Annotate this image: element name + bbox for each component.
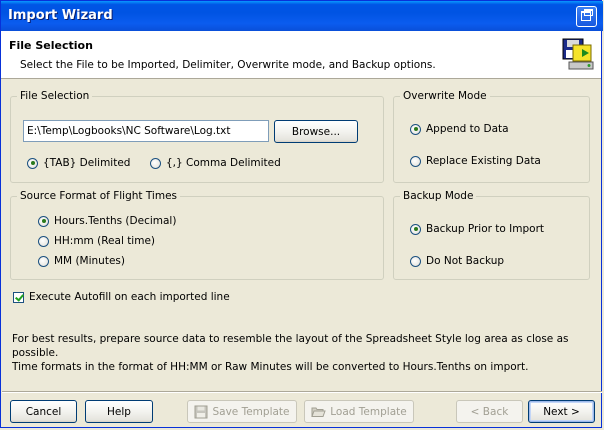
delimiter-tab-label: {TAB} Delimited bbox=[43, 157, 131, 169]
autofill-label: Execute Autofill on each imported line bbox=[29, 291, 230, 303]
radio-dot bbox=[38, 255, 49, 267]
delimiter-comma-label: {,} Comma Delimited bbox=[166, 157, 281, 169]
replace-data-label: Replace Existing Data bbox=[426, 155, 541, 167]
format-decimal-label: Hours.Tenths (Decimal) bbox=[54, 215, 177, 227]
import-wizard-window: Import Wizard File Selection Select the … bbox=[0, 0, 603, 428]
load-template-button[interactable]: Load Template bbox=[304, 400, 414, 423]
browse-button[interactable]: Browse... bbox=[274, 120, 358, 143]
format-realtime-label: HH:mm (Real time) bbox=[54, 235, 156, 247]
autofill-checkbox[interactable]: Execute Autofill on each imported line bbox=[13, 291, 230, 303]
back-button[interactable]: < Back bbox=[456, 400, 523, 423]
radio-dot bbox=[150, 157, 161, 169]
no-backup-label: Do Not Backup bbox=[426, 255, 505, 267]
delimiter-comma-radio[interactable]: {,} Comma Delimited bbox=[150, 157, 281, 169]
back-label: < Back bbox=[470, 405, 509, 418]
wizard-header: File Selection Select the File to be Imp… bbox=[1, 31, 601, 79]
append-data-label: Append to Data bbox=[426, 123, 509, 135]
radio-dot bbox=[38, 235, 49, 247]
radio-dot bbox=[410, 123, 421, 135]
source-format-legend: Source Format of Flight Times bbox=[20, 190, 178, 202]
overwrite-mode-group: Overwrite Mode bbox=[393, 90, 590, 183]
load-template-label: Load Template bbox=[330, 405, 407, 418]
footer-divider bbox=[2, 391, 602, 393]
backup-prior-radio[interactable]: Backup Prior to Import bbox=[410, 223, 544, 235]
radio-dot bbox=[410, 155, 421, 167]
file-path-input[interactable] bbox=[23, 120, 269, 142]
radio-dot bbox=[410, 223, 421, 235]
window-title: Import Wizard bbox=[8, 8, 113, 23]
cancel-label: Cancel bbox=[25, 405, 62, 418]
save-template-label: Save Template bbox=[212, 405, 290, 418]
format-decimal-radio[interactable]: Hours.Tenths (Decimal) bbox=[38, 215, 176, 227]
page-title: File Selection bbox=[9, 39, 93, 52]
title-bar[interactable]: Import Wizard bbox=[1, 1, 603, 31]
radio-dot bbox=[27, 157, 38, 169]
format-realtime-radio[interactable]: HH:mm (Real time) bbox=[38, 235, 155, 247]
browse-label: Browse... bbox=[291, 125, 341, 138]
radio-dot bbox=[410, 255, 421, 267]
file-selection-legend: File Selection bbox=[20, 90, 90, 102]
info-line-1: For best results, prepare source data to… bbox=[12, 333, 569, 359]
append-data-radio[interactable]: Append to Data bbox=[410, 123, 509, 135]
folder-open-icon bbox=[311, 407, 326, 417]
checkbox-box bbox=[13, 291, 24, 303]
next-label: Next > bbox=[543, 405, 580, 418]
restore-icon[interactable] bbox=[576, 6, 597, 27]
radio-dot bbox=[38, 215, 49, 227]
cancel-button[interactable]: Cancel bbox=[10, 400, 77, 423]
format-minutes-label: MM (Minutes) bbox=[54, 255, 125, 267]
backup-prior-label: Backup Prior to Import bbox=[426, 223, 545, 235]
backup-mode-legend: Backup Mode bbox=[403, 190, 474, 202]
overwrite-mode-legend: Overwrite Mode bbox=[403, 90, 487, 102]
import-disk-icon bbox=[562, 38, 594, 70]
floppy-disk-icon bbox=[194, 405, 208, 418]
help-label: Help bbox=[107, 405, 131, 418]
next-button[interactable]: Next > bbox=[528, 400, 595, 423]
page-description: Select the File to be Imported, Delimite… bbox=[20, 59, 436, 71]
replace-data-radio[interactable]: Replace Existing Data bbox=[410, 155, 541, 167]
save-template-button[interactable]: Save Template bbox=[187, 400, 297, 423]
info-line-2: Time formats in the format of HH:MM or R… bbox=[12, 361, 529, 373]
help-button[interactable]: Help bbox=[85, 400, 153, 423]
no-backup-radio[interactable]: Do Not Backup bbox=[410, 255, 504, 267]
format-minutes-radio[interactable]: MM (Minutes) bbox=[38, 255, 125, 267]
info-text: For best results, prepare source data to… bbox=[12, 332, 592, 374]
delimiter-tab-radio[interactable]: {TAB} Delimited bbox=[27, 157, 130, 169]
